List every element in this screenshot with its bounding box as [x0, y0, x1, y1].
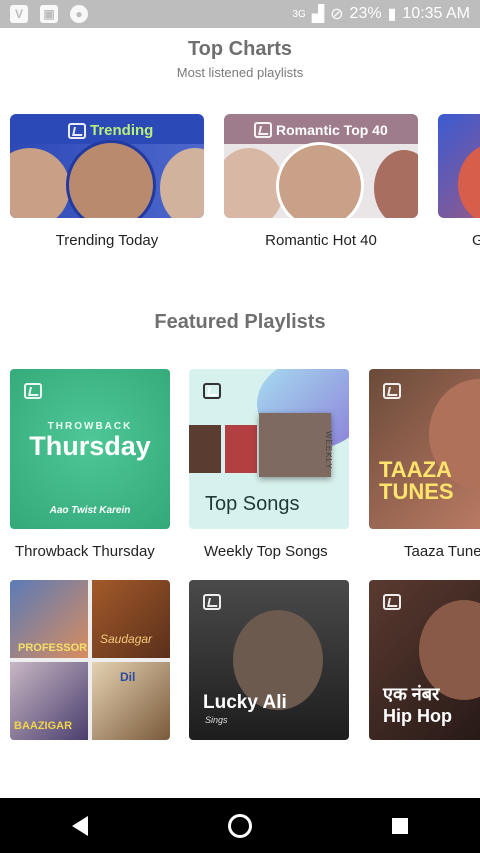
tile-label: Weekly Top Songs — [204, 543, 328, 560]
jiosaavn-logo-icon — [203, 594, 221, 610]
album-cover — [225, 425, 257, 473]
tile-90s-posters[interactable]: PROFESSOR Saudagar BAAZIGAR Dil — [10, 580, 170, 740]
chart-card-trending[interactable]: Trending Trending Today — [10, 114, 204, 249]
home-icon — [228, 813, 252, 838]
android-nav-bar — [0, 798, 480, 853]
chart-card-label: G — [472, 232, 480, 249]
tile-headline: Thursday — [29, 431, 151, 461]
poster-text: BAAZIGAR — [14, 720, 73, 732]
lucky-ali-artwork: Lucky Ali Sings — [189, 580, 349, 740]
image-notification-icon: ▣ — [40, 5, 58, 23]
weekly-artwork: WEEKLY Top Songs — [189, 369, 349, 529]
album-cover-featured — [259, 413, 331, 477]
saavn-notification-icon: ● — [70, 5, 88, 23]
signal-icon: ▟ — [311, 6, 325, 23]
poster-text: Saudagar — [100, 632, 153, 646]
system-indicators: 3G ▟ ⊘ 23% ▮ 10:35 AM — [292, 4, 470, 24]
notification-icons: V ▣ ● — [10, 5, 88, 23]
tile-weekly-top-songs[interactable]: WEEKLY Top Songs Weekly Top Songs — [189, 369, 349, 560]
jiosaavn-logo-icon — [203, 383, 221, 399]
badge-text: Trending — [90, 122, 154, 139]
tile-headline: TAAZA TUNES — [379, 457, 454, 504]
tile-lucky-ali[interactable]: Lucky Ali Sings — [189, 580, 349, 740]
poster-text: PROFESSOR — [18, 642, 88, 654]
jiosaavn-logo-icon — [383, 383, 401, 399]
top-charts-title: Top Charts — [187, 38, 293, 60]
back-button[interactable] — [50, 815, 110, 836]
featured-header: Featured Playlists — [0, 311, 480, 334]
back-icon — [72, 815, 88, 836]
tile-sub: Sings — [205, 715, 228, 725]
signal-label: 3G — [292, 8, 306, 20]
top-charts-subtitle: Most listened playlists — [176, 65, 304, 80]
poster-text: Dil — [120, 670, 136, 684]
tile-hip-hop[interactable]: एक नंबर Hip Hop — [369, 580, 480, 740]
tile-tagline: Aao Twist Karein — [49, 505, 131, 516]
tile-headline: Top Songs — [205, 493, 300, 515]
romantic-artwork: Romantic Top 40 — [224, 114, 418, 218]
throwback-artwork: THROWBACK Thursday Aao Twist Karein — [10, 369, 170, 529]
tile-taaza-tunes[interactable]: TAAZA TUNES Taaza Tune — [369, 369, 480, 560]
posters-artwork: PROFESSOR Saudagar BAAZIGAR Dil — [10, 580, 170, 740]
tile-label: Throwback Thursday — [15, 543, 155, 560]
poster — [92, 580, 170, 658]
badge-text: Romantic Top 40 — [276, 122, 388, 138]
jiosaavn-logo-icon — [24, 383, 42, 399]
taaza-artwork: TAAZA TUNES — [369, 369, 480, 529]
jiosaavn-notification-icon: V — [10, 5, 28, 23]
chart-card-partial[interactable]: G — [438, 114, 480, 249]
chart-card-romantic[interactable]: Romantic Top 40 Romantic Hot 40 — [224, 114, 418, 249]
no-signal-icon: ⊘ — [330, 6, 344, 23]
weekly-side-text: WEEKLY — [324, 431, 333, 470]
battery-percent: 23% — [349, 5, 382, 22]
artist-face — [458, 144, 480, 218]
partial-artwork — [438, 114, 480, 218]
tile-throwback-thursday[interactable]: THROWBACK Thursday Aao Twist Karein Thro… — [10, 369, 170, 560]
tile-headline: Lucky Ali — [203, 692, 287, 713]
clock: 10:35 AM — [402, 5, 470, 22]
badge: Trending — [68, 122, 153, 139]
recents-button[interactable] — [370, 817, 430, 834]
home-button[interactable] — [210, 813, 270, 838]
battery-icon: ▮ — [387, 6, 397, 23]
status-bar: V ▣ ● 3G ▟ ⊘ 23% ▮ 10:35 AM — [0, 0, 480, 28]
jiosaavn-logo-icon — [383, 594, 401, 610]
hip-hop-artwork: एक नंबर Hip Hop — [369, 580, 480, 740]
featured-title: Featured Playlists — [154, 311, 326, 333]
trending-artwork: Trending — [10, 114, 204, 218]
jiosaavn-logo-icon — [254, 122, 272, 138]
scroll-content[interactable]: Top Charts Most listened playlists Trend… — [0, 28, 480, 798]
badge: Romantic Top 40 — [254, 122, 388, 138]
tile-label: Taaza Tune — [404, 543, 480, 560]
tile-sub: Hip Hop — [383, 706, 452, 726]
chart-card-label: Romantic Hot 40 — [265, 232, 377, 249]
top-charts-header: Top Charts Most listened playlists — [0, 38, 480, 80]
chart-card-label: Trending Today — [55, 232, 159, 249]
jiosaavn-logo-icon — [68, 122, 86, 139]
recents-icon — [392, 817, 408, 834]
tile-headline: एक नंबर — [383, 684, 440, 704]
album-cover — [189, 425, 221, 473]
